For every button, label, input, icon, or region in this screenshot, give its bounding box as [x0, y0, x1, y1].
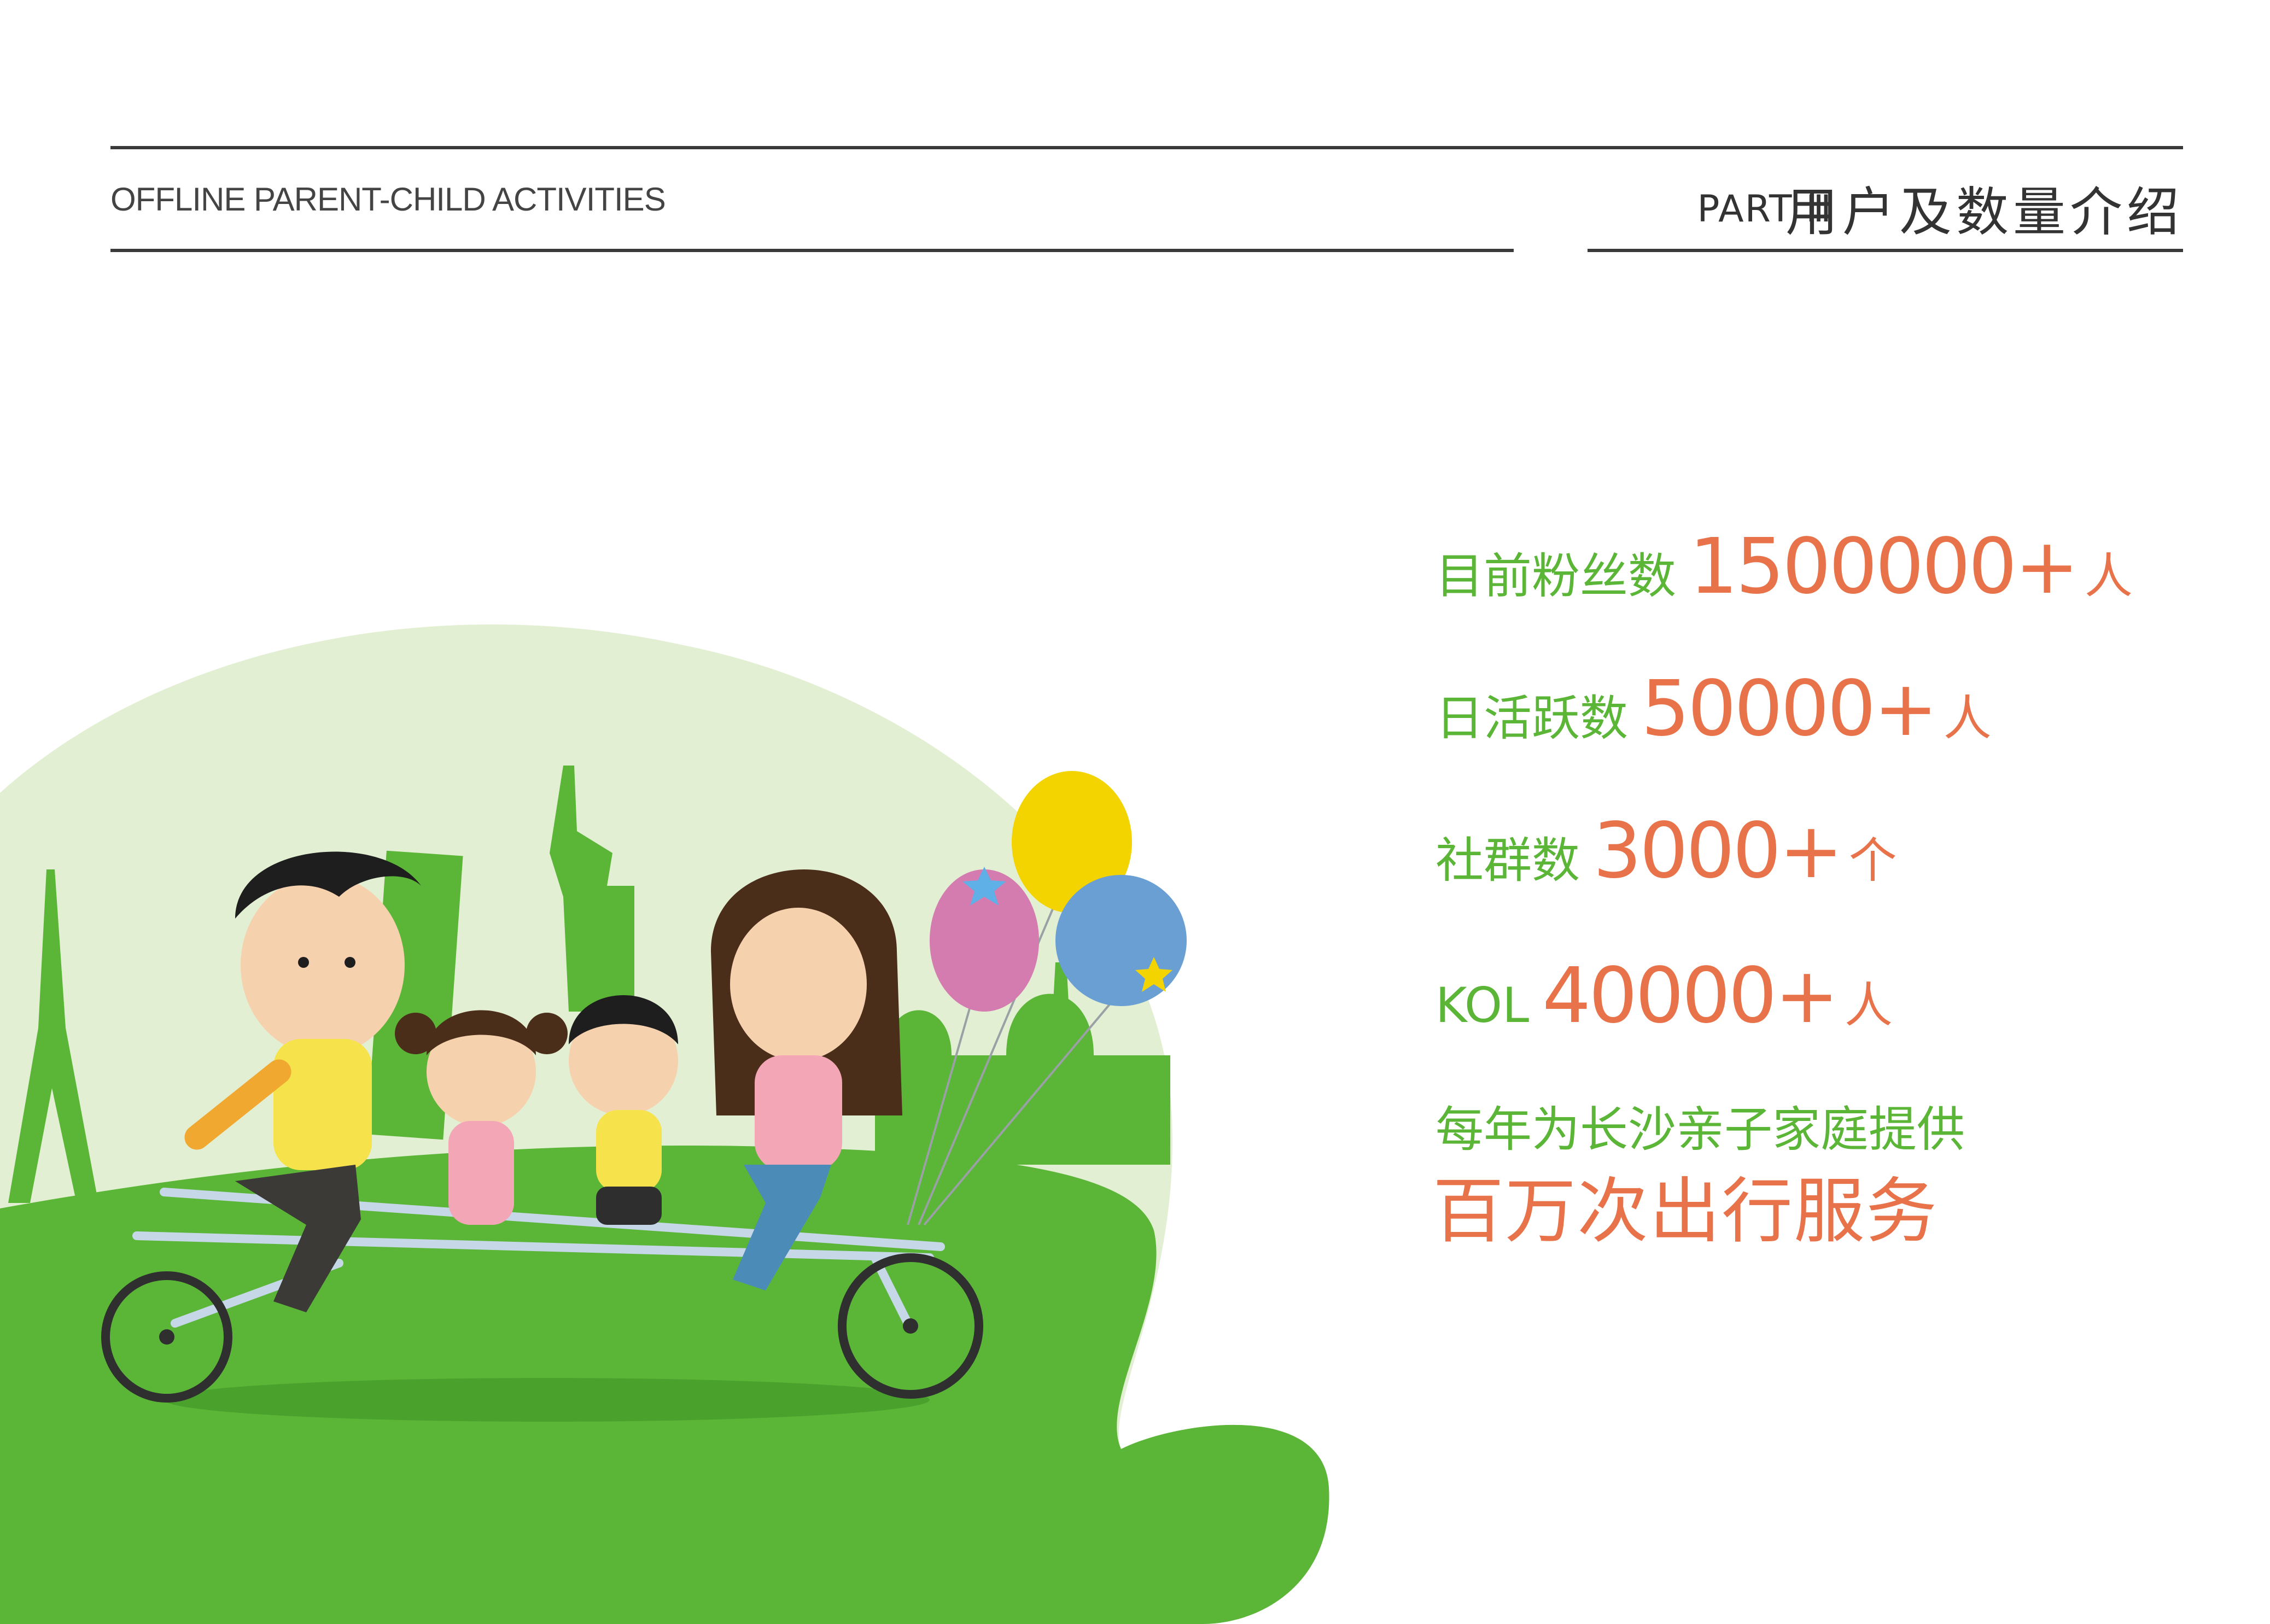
- balloon-blue: [1055, 875, 1187, 1006]
- family-bicycle-illustration: [0, 624, 1329, 1624]
- header-top-rule: [110, 146, 2183, 149]
- section-english-title: OFFLINE PARENT-CHILD ACTIVITIES: [110, 181, 666, 218]
- stat-communities-label: 社群数: [1435, 832, 1580, 889]
- stat-communities: 社群数 3000+ 个: [1435, 807, 1897, 896]
- stat-kol: KOL 40000+ 人: [1435, 951, 1893, 1041]
- ground-shadow: [164, 1378, 930, 1422]
- stat-daily-active-value: 50000+: [1641, 664, 1938, 753]
- header-right-bottom-rule: [1588, 249, 2183, 252]
- mosque-base: [875, 1055, 1170, 1165]
- stat-communities-unit: 个: [1848, 832, 1897, 889]
- stat-daily-active-label: 日活跃数: [1435, 690, 1629, 746]
- header-left-bottom-rule: [110, 249, 1514, 252]
- stat-daily-active: 日活跃数 50000+ 人: [1435, 664, 1992, 753]
- stat-fans-value: 1500000+: [1689, 522, 2079, 611]
- stat-kol-unit: 人: [1844, 977, 1893, 1033]
- stat-fans-label: 目前粉丝数: [1435, 548, 1677, 604]
- stat-fans: 目前粉丝数 1500000+ 人: [1435, 522, 2133, 611]
- stat-fans-unit: 人: [2084, 548, 2133, 604]
- stat-daily-active-unit: 人: [1943, 690, 1992, 746]
- part-title: 用户及数量介绍: [1785, 182, 2184, 243]
- stat-kol-label: KOL: [1435, 977, 1530, 1033]
- service-intro: 每年为长沙亲子家庭提供: [1435, 1101, 1965, 1158]
- stat-communities-value: 3000+: [1593, 807, 1843, 896]
- stat-kol-value: 40000+: [1542, 951, 1839, 1041]
- service-highlight: 百万次出行服务: [1433, 1170, 1939, 1253]
